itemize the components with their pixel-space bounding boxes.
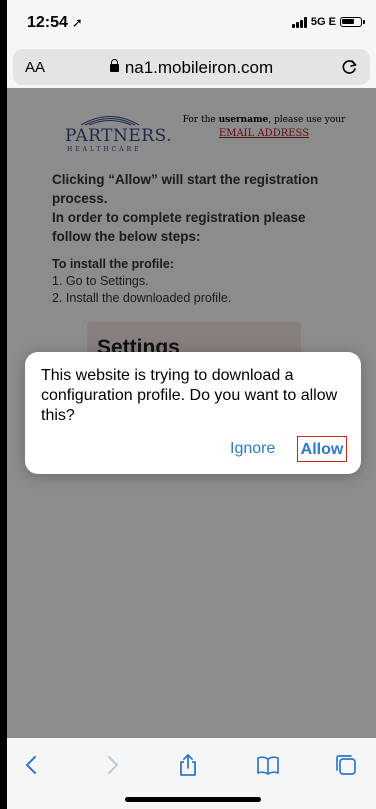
- location-arrow-icon: ➚: [71, 15, 83, 30]
- ignore-button[interactable]: Ignore: [230, 440, 275, 458]
- lock-icon: [109, 59, 119, 72]
- phone-screen: 12:54 ➚ 5G E AA na1.mobileiron.com PARTN…: [7, 0, 376, 809]
- allow-button[interactable]: Allow: [297, 436, 347, 462]
- network-type: 5G E: [310, 16, 336, 28]
- tabs-icon[interactable]: [333, 752, 359, 778]
- address-bar: AA na1.mobileiron.com: [7, 44, 376, 88]
- download-profile-dialog: This website is trying to download a con…: [25, 352, 361, 474]
- battery-icon: [340, 17, 365, 27]
- browser-toolbar: [7, 738, 376, 809]
- back-icon[interactable]: [19, 752, 45, 778]
- url-field[interactable]: AA na1.mobileiron.com: [13, 49, 370, 85]
- forward-icon[interactable]: [99, 752, 125, 778]
- share-icon[interactable]: [175, 752, 201, 778]
- reload-icon[interactable]: [340, 57, 360, 77]
- dialog-message: This website is trying to download a con…: [41, 367, 338, 424]
- signal-icon: [291, 16, 307, 28]
- home-indicator[interactable]: [125, 797, 261, 802]
- status-right: 5G E: [291, 16, 365, 28]
- bookmarks-icon[interactable]: [255, 752, 281, 778]
- status-bar: 12:54 ➚ 5G E: [7, 0, 376, 44]
- status-time: 12:54 ➚: [27, 14, 83, 31]
- url-text: na1.mobileiron.com: [13, 58, 370, 78]
